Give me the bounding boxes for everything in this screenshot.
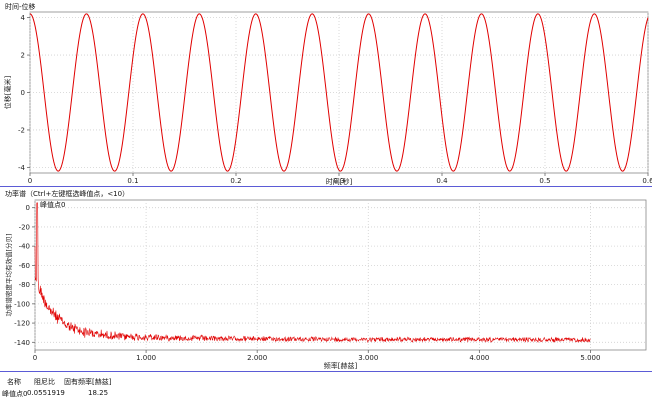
y-tick-label: -2 bbox=[18, 126, 25, 134]
table-cell-frequency[interactable]: 18.25 bbox=[88, 389, 108, 397]
y-tick-label: -40 bbox=[19, 243, 30, 251]
displacement-chart-title: 时间-位移 bbox=[5, 3, 36, 11]
x-tick-label: 1.000 bbox=[136, 354, 156, 362]
x-tick-label: 0.6 bbox=[642, 177, 652, 185]
x-tick-label: 0.4 bbox=[436, 177, 448, 185]
x-tick-label: 2.000 bbox=[247, 354, 267, 362]
x-tick-label: 5.000 bbox=[580, 354, 600, 362]
power-spectrum-chart[interactable]: 0 1.000 2.000 3.000 4.000 5.000 0 -20 -40 -60 -80 -… bbox=[0, 187, 652, 371]
table-header-damping: 阻尼比 bbox=[34, 378, 55, 386]
plot-area bbox=[34, 199, 647, 351]
peak-annotation: 峰值点0 bbox=[40, 200, 65, 209]
y-tick-label: -100 bbox=[14, 300, 30, 308]
y-tick-label: -80 bbox=[19, 281, 30, 289]
y-axis-label: 位移[毫米] bbox=[3, 76, 12, 110]
x-tick-label: 0 bbox=[28, 177, 32, 185]
x-tick-label: 0.1 bbox=[127, 177, 138, 185]
x-tick-label: 3.000 bbox=[358, 354, 378, 362]
power-spectrum-panel: 功率谱（Ctrl+左键框选峰值点，<10） 0 1.000 2.000 3.000 4.… bbox=[0, 187, 652, 372]
x-tick-label: 0.5 bbox=[539, 177, 550, 185]
y-tick-label: 0 bbox=[21, 89, 25, 97]
table-header-name: 名称 bbox=[7, 378, 21, 386]
power-spectrum-title: 功率谱（Ctrl+左键框选峰值点，<10） bbox=[5, 190, 130, 198]
x-axis-label: 频率[赫兹] bbox=[324, 361, 358, 370]
table-header-frequency: 固有频率[赫兹] bbox=[64, 378, 112, 386]
displacement-chart[interactable]: 0 0.1 0.2 0.3 0.4 0.5 0.6420-2-4时间[秒]位移[毫米] bbox=[0, 0, 652, 186]
y-axis-label: 功率谱密度平均有效值[分贝] bbox=[4, 233, 13, 316]
y-tick-label: 2 bbox=[21, 52, 25, 60]
x-tick-label: 4.000 bbox=[469, 354, 489, 362]
displacement-chart-panel: 时间-位移 0 0.1 0.2 0.3 0.4 0.5 0.6 4 2 0 -2 -4 时间[秒] 位移[… bbox=[0, 0, 652, 187]
table-cell-name[interactable]: 峰值点0 bbox=[2, 389, 27, 399]
peak-table: 名称 阻尼比 固有频率[赫兹] 峰值点0 0.0551919 18.25 bbox=[0, 372, 652, 402]
x-tick-label: 0.2 bbox=[230, 177, 241, 185]
y-tick-label: -60 bbox=[19, 262, 30, 270]
y-tick-label: 4 bbox=[21, 14, 26, 22]
table-cell-damping[interactable]: 0.0551919 bbox=[27, 389, 65, 397]
y-tick-label: -120 bbox=[14, 320, 30, 328]
y-tick-label: -140 bbox=[14, 339, 30, 347]
y-tick-label: -20 bbox=[19, 223, 30, 231]
y-tick-label: 0 bbox=[26, 204, 30, 212]
x-axis-label: 时间[秒] bbox=[326, 177, 353, 186]
x-tick-label: 0 bbox=[33, 354, 37, 362]
y-tick-label: -4 bbox=[18, 164, 26, 172]
